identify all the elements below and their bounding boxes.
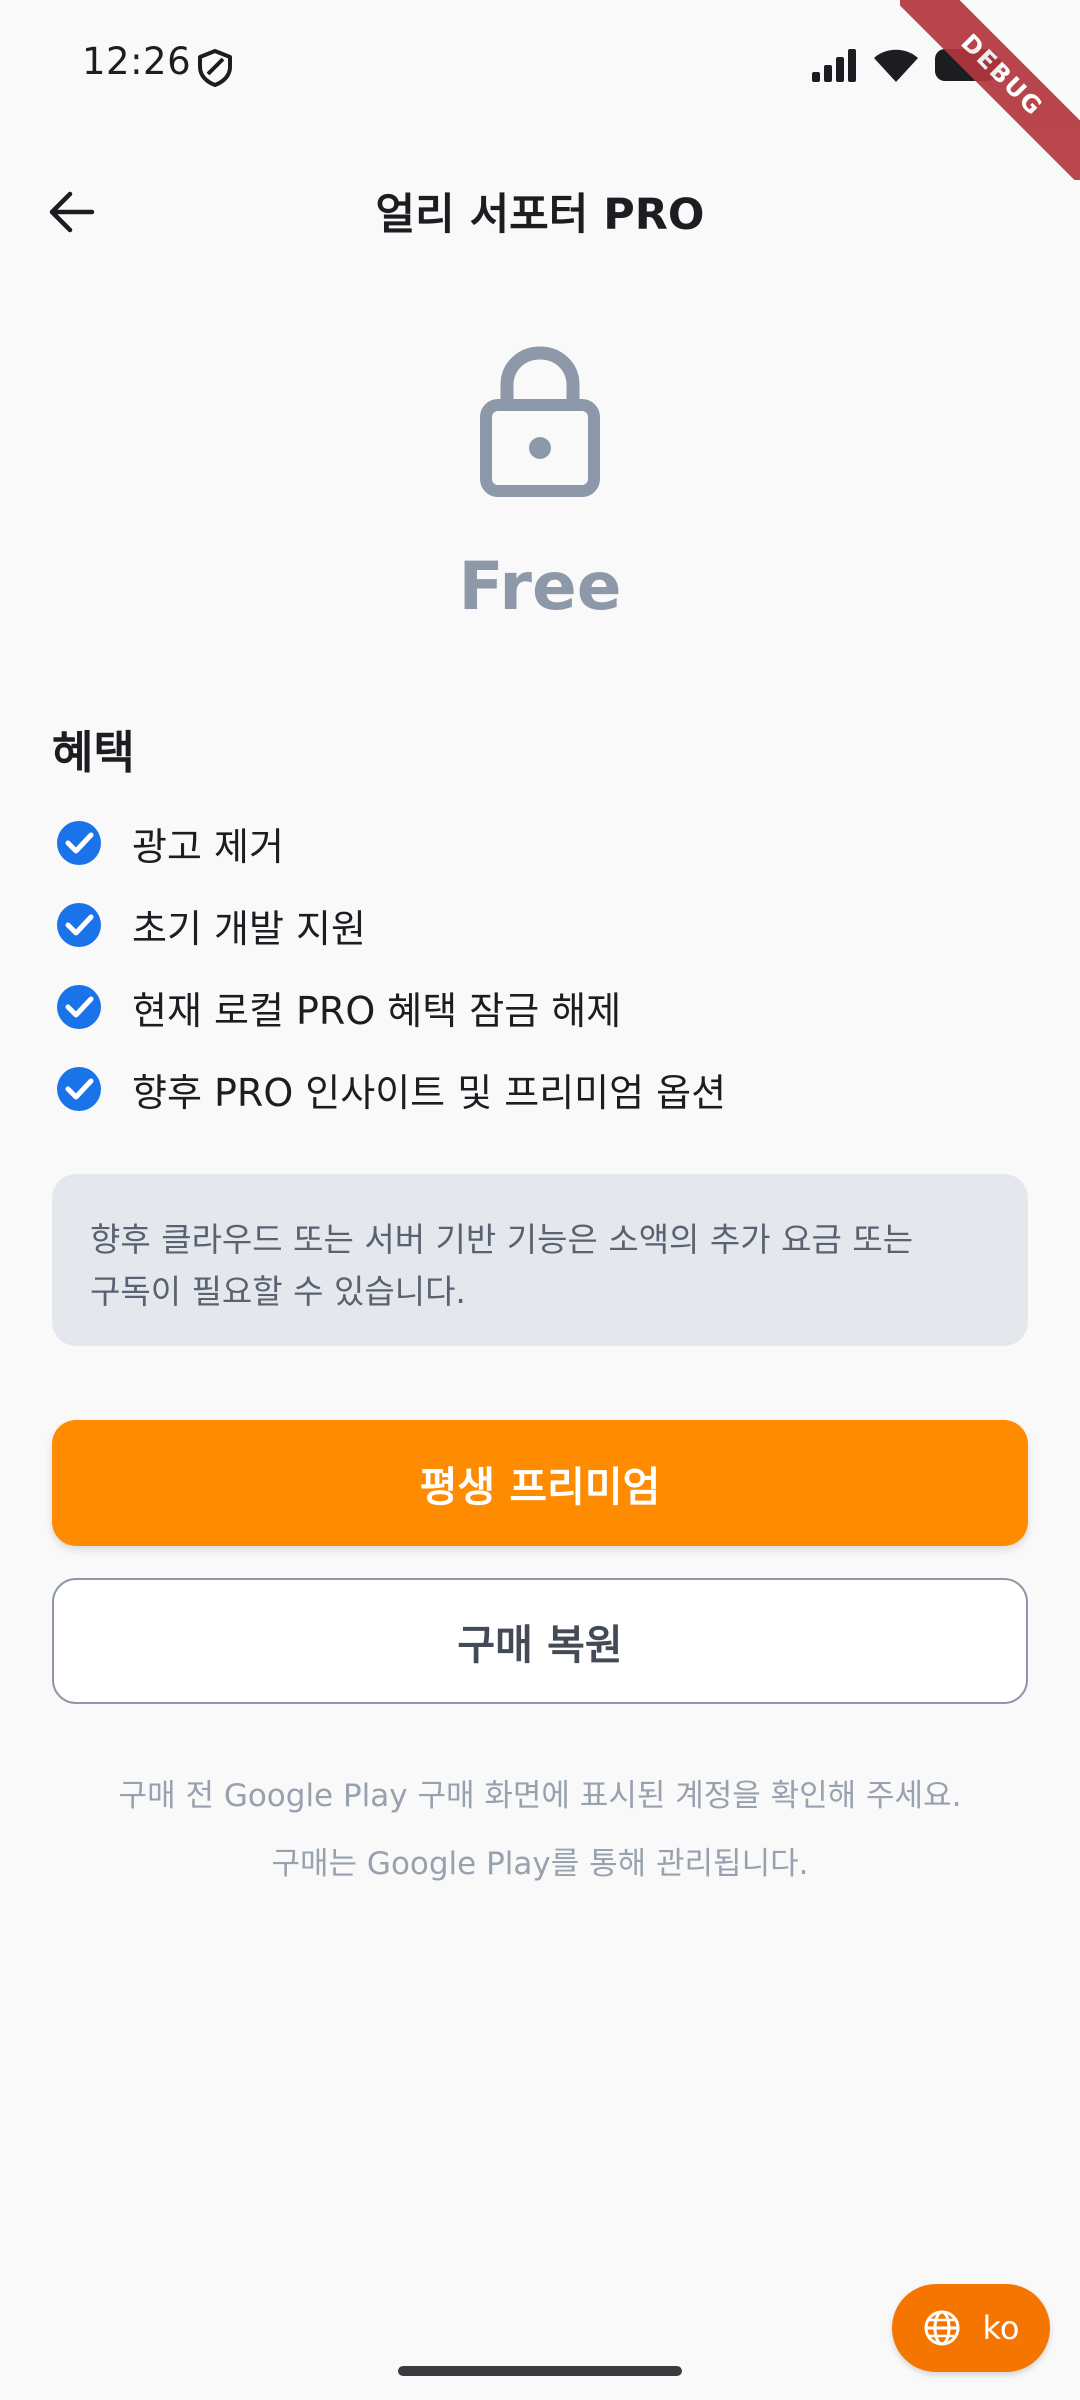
notice-line: 구독이 필요할 수 있습니다. [90,1272,466,1311]
lock-icon [480,345,600,497]
page-title: 얼리 서포터 PRO [375,190,705,240]
tier-label: Free [458,548,622,625]
restore-purchase-button[interactable]: 구매 복원 [52,1578,1028,1704]
status-bar: 12:26 DEBUG [0,0,1080,180]
footnote: 구매는 Google Play를 통해 관리됩니다. [271,1846,809,1882]
check-circle-icon [57,821,101,865]
check-circle-icon [57,1067,101,1111]
benefit-item: 현재 로컬 PRO 혜택 잠금 해제 [52,966,1032,1048]
benefit-item: 향후 PRO 인사이트 및 프리미엄 옵션 [52,1048,1032,1130]
shield-icon [196,48,234,88]
home-indicator[interactable] [398,2366,682,2376]
status-time: 12:26 [82,40,192,83]
notice-line: 향후 클라우드 또는 서버 기반 기능은 소액의 추가 요금 또는 [90,1220,914,1259]
globe-icon [924,2310,960,2346]
check-circle-icon [57,985,101,1029]
benefit-item: 초기 개발 지원 [52,884,1032,966]
benefit-item: 광고 제거 [52,802,1032,884]
signal-icon [810,48,860,84]
screen: 12:26 DEBUG 얼리 서포터 PRO Free 혜택 광고 제거 초기 … [0,0,1080,2400]
benefit-text: 초기 개발 지원 [132,906,366,951]
benefit-text: 향후 PRO 인사이트 및 프리미엄 옵션 [132,1070,727,1115]
benefits-list: 광고 제거 초기 개발 지원 현재 로컬 PRO 혜택 잠금 해제 향후 PRO… [52,802,1032,1130]
benefit-text: 현재 로컬 PRO 혜택 잠금 해제 [132,988,622,1033]
footnote: 구매 전 Google Play 구매 화면에 표시된 계정을 확인해 주세요. [118,1778,962,1814]
language-button[interactable]: ko [892,2284,1050,2372]
lifetime-premium-button[interactable]: 평생 프리미엄 [52,1420,1028,1546]
app-bar: 얼리 서포터 PRO [0,150,1080,270]
benefits-heading: 혜택 [52,726,135,779]
check-circle-icon [57,903,101,947]
benefit-text: 광고 제거 [132,824,284,869]
language-label: ko [982,2309,1020,2347]
notice-box: 향후 클라우드 또는 서버 기반 기능은 소액의 추가 요금 또는 구독이 필요… [52,1174,1028,1346]
